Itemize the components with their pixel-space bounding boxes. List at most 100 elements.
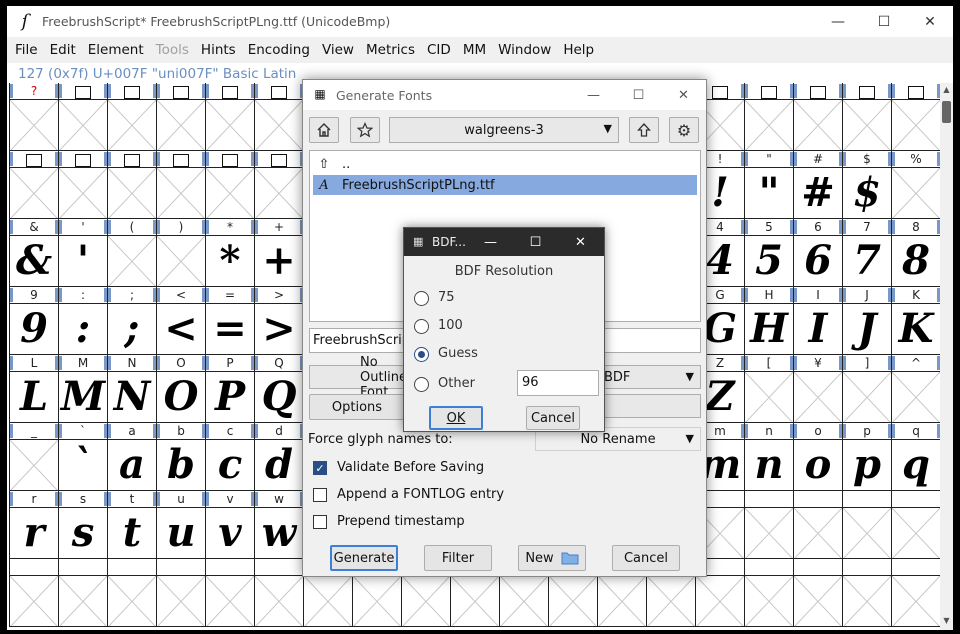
glyph-cell[interactable]: 77 xyxy=(842,219,891,287)
glyph-cell[interactable] xyxy=(744,491,793,559)
dialog-minimize-button[interactable]: — xyxy=(571,80,616,110)
menu-element[interactable]: Element xyxy=(82,42,150,58)
menu-cid[interactable]: CID xyxy=(421,42,457,58)
glyph-cell[interactable]: & & xyxy=(9,219,58,287)
close-button[interactable]: ✕ xyxy=(907,6,953,37)
glyph-cell[interactable] xyxy=(58,151,107,219)
bdf-maximize-button[interactable]: ☐ xyxy=(513,228,558,256)
glyph-cell[interactable]: ¥ xyxy=(793,355,842,423)
glyph-cell[interactable]: pp xyxy=(842,423,891,491)
vertical-scrollbar[interactable]: ▲ ▼ xyxy=(940,83,953,630)
glyph-cell[interactable]: rr xyxy=(9,491,58,559)
glyph-cell[interactable] xyxy=(205,83,254,151)
dialog-maximize-button[interactable]: ☐ xyxy=(616,80,661,110)
timestamp-checkbox[interactable] xyxy=(313,515,327,529)
glyph-cell[interactable]: oo xyxy=(793,423,842,491)
glyph-cell[interactable] xyxy=(793,83,842,151)
glyph-cell[interactable] xyxy=(107,83,156,151)
menu-hints[interactable]: Hints xyxy=(195,42,242,58)
minimize-button[interactable]: — xyxy=(815,6,861,37)
glyph-cell[interactable]: aa xyxy=(107,423,156,491)
glyph-cell[interactable]: bb xyxy=(156,423,205,491)
menu-tools[interactable]: Tools xyxy=(150,42,195,58)
glyph-cell[interactable]: _ xyxy=(9,423,58,491)
glyph-cell[interactable]: MM xyxy=(58,355,107,423)
bookmark-button[interactable] xyxy=(350,117,380,143)
menu-edit[interactable]: Edit xyxy=(44,42,82,58)
menu-mm[interactable]: MM xyxy=(457,42,492,58)
validate-checkbox[interactable]: ✓ xyxy=(313,461,327,475)
glyph-cell[interactable]: KK xyxy=(891,287,940,355)
glyph-cell[interactable] xyxy=(107,559,156,627)
file-row-selected[interactable]: A FreebrushScriptPLng.ttf xyxy=(313,175,697,195)
glyph-cell[interactable] xyxy=(891,83,940,151)
resolution-75-radio[interactable] xyxy=(414,291,429,306)
glyph-cell[interactable]: ( xyxy=(107,219,156,287)
options-placeholder-field[interactable] xyxy=(603,394,701,418)
glyph-cell[interactable]: ;; xyxy=(107,287,156,355)
scroll-thumb[interactable] xyxy=(942,101,951,123)
new-folder-button[interactable]: New xyxy=(518,545,586,571)
glyph-cell[interactable]: HH xyxy=(744,287,793,355)
glyph-cell[interactable]: LL xyxy=(9,355,58,423)
other-resolution-input[interactable]: 96 xyxy=(517,370,599,396)
settings-button[interactable]: ⚙ xyxy=(669,117,699,143)
glyph-cell[interactable]: nn xyxy=(744,423,793,491)
glyph-cell[interactable] xyxy=(842,491,891,559)
glyph-cell[interactable]: ` ` xyxy=(58,423,107,491)
glyph-cell[interactable] xyxy=(842,83,891,151)
glyph-cell[interactable]: :: xyxy=(58,287,107,355)
bdf-minimize-button[interactable]: — xyxy=(468,228,513,256)
glyph-cell[interactable]: 55 xyxy=(744,219,793,287)
glyph-cell[interactable] xyxy=(254,83,303,151)
glyph-cell[interactable] xyxy=(9,151,58,219)
home-button[interactable] xyxy=(309,117,339,143)
glyph-cell[interactable] xyxy=(205,151,254,219)
glyph-cell[interactable]: vv xyxy=(205,491,254,559)
menu-metrics[interactable]: Metrics xyxy=(360,42,421,58)
glyph-cell[interactable] xyxy=(58,83,107,151)
glyph-cell[interactable]: 88 xyxy=(891,219,940,287)
glyph-cell[interactable]: [ xyxy=(744,355,793,423)
glyph-cell[interactable]: < < xyxy=(156,287,205,355)
glyph-cell[interactable]: JJ xyxy=(842,287,891,355)
glyph-cell[interactable] xyxy=(744,83,793,151)
dialog-close-button[interactable]: ✕ xyxy=(661,80,706,110)
glyph-cell[interactable]: ] xyxy=(842,355,891,423)
glyph-cell[interactable] xyxy=(9,559,58,627)
bdf-cancel-button[interactable]: Cancel xyxy=(526,406,580,430)
resolution-other-radio[interactable] xyxy=(414,377,429,392)
glyph-cell[interactable]: = = xyxy=(205,287,254,355)
glyph-cell[interactable]: dd xyxy=(254,423,303,491)
scroll-up-icon[interactable]: ▲ xyxy=(940,85,953,97)
glyph-cell[interactable]: ) xyxy=(156,219,205,287)
glyph-cell[interactable]: 99 xyxy=(9,287,58,355)
glyph-cell[interactable] xyxy=(744,559,793,627)
glyph-cell[interactable]: ss xyxy=(58,491,107,559)
menu-file[interactable]: File xyxy=(9,42,44,58)
glyph-cell[interactable] xyxy=(107,151,156,219)
directory-select[interactable]: walgreens-3 ▼ xyxy=(389,117,619,143)
glyph-cell[interactable] xyxy=(156,151,205,219)
generate-button[interactable]: Generate xyxy=(330,545,398,571)
glyph-cell[interactable]: * * xyxy=(205,219,254,287)
glyph-cell[interactable]: ? xyxy=(9,83,58,151)
fontlog-checkbox[interactable] xyxy=(313,488,327,502)
glyph-cell[interactable]: 66 xyxy=(793,219,842,287)
menu-view[interactable]: View xyxy=(316,42,360,58)
maximize-button[interactable]: ☐ xyxy=(861,6,907,37)
glyph-cell[interactable]: OO xyxy=(156,355,205,423)
options-button[interactable]: Options xyxy=(309,394,405,420)
glyph-cell[interactable]: II xyxy=(793,287,842,355)
parent-directory-button[interactable] xyxy=(629,117,659,143)
glyph-cell[interactable]: $ $ xyxy=(842,151,891,219)
cancel-button[interactable]: Cancel xyxy=(612,545,680,571)
glyph-cell[interactable] xyxy=(156,559,205,627)
scroll-down-icon[interactable]: ▼ xyxy=(940,616,953,628)
glyph-cell[interactable]: " " xyxy=(744,151,793,219)
menu-help[interactable]: Help xyxy=(557,42,600,58)
glyph-cell[interactable]: cc xyxy=(205,423,254,491)
glyph-cell[interactable] xyxy=(254,151,303,219)
glyph-cell[interactable] xyxy=(793,491,842,559)
glyph-cell[interactable]: # # xyxy=(793,151,842,219)
